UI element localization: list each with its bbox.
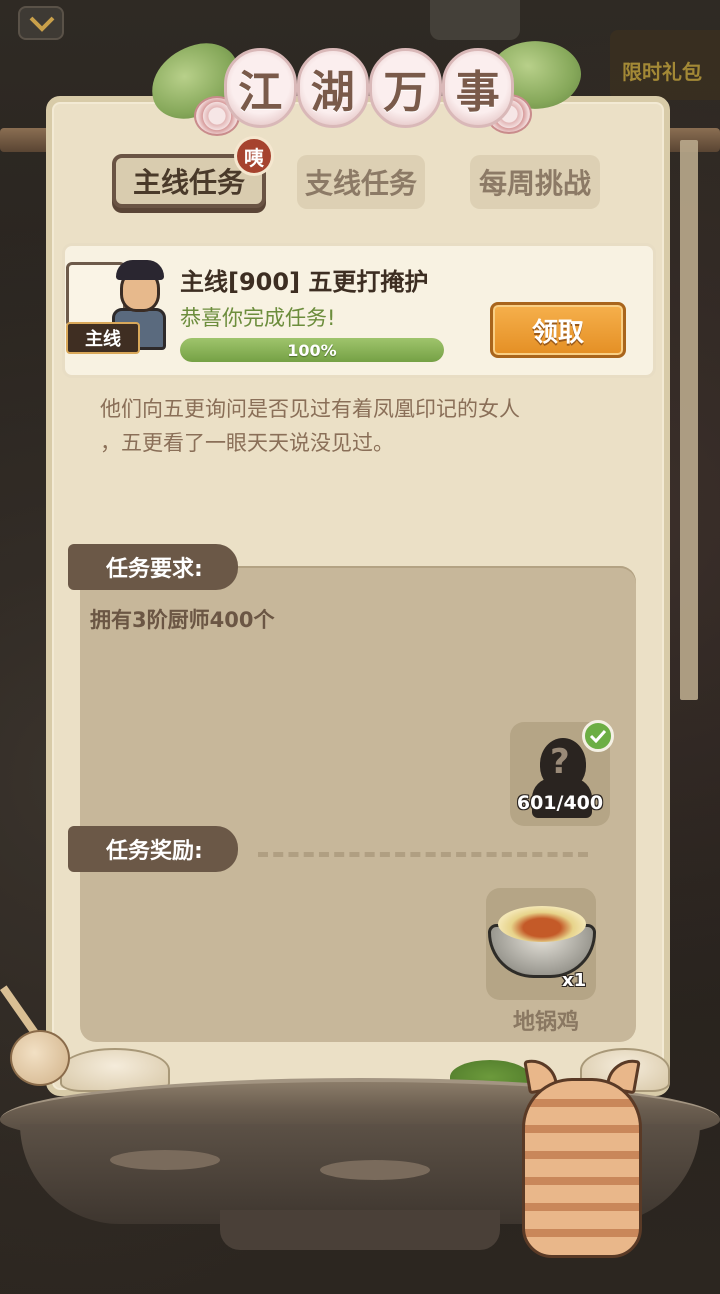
title-char: 江 [224,48,297,128]
dish-icon [488,900,596,980]
tab-side-quest[interactable]: 支线任务 [297,155,425,209]
back-chevron-button[interactable] [18,6,64,40]
quest-type-tag: 主线 [66,322,140,354]
title-char: 事 [441,48,514,128]
reward-count: x1 [562,970,587,991]
requirement-header: 任务要求: [68,544,238,590]
quest-description: 他们向五更询问是否见过有着凤凰印记的女人 ，五更看了一眼天天说没见过。 [100,392,620,460]
scroll-edge-strip [680,140,698,700]
description-line: 他们向五更询问是否见过有着凤凰印记的女人 [100,397,520,421]
quest-title: 主线[900] 五更打掩护 [180,268,429,296]
requirement-count: 601/400 [516,792,604,814]
reward-header: 任务奖励: [68,826,238,872]
tab-weekly-challenge[interactable]: 每周挑战 [470,155,600,209]
pot-handle-icon [320,1160,430,1180]
description-line: ，五更看了一眼天天说没见过。 [100,431,394,455]
limited-gift-pack[interactable]: 限时礼包 [610,30,720,100]
quest-status: 恭喜你完成任务! [180,306,336,330]
skewer-icon [0,985,90,1100]
claim-button[interactable]: 领取 [490,302,626,358]
title-char: 万 [369,48,442,128]
divider [258,852,588,857]
chevron-down-icon [29,16,55,32]
pot-base [220,1210,500,1250]
pot-handle-icon [110,1150,220,1170]
progress-text: 100% [287,340,337,360]
check-icon [582,720,614,752]
cat-mascot-icon [512,1055,652,1268]
page-title: 江 湖 万 事 [224,48,514,132]
background-sign [430,0,520,40]
quest-progress-bar: 100% [180,338,444,362]
requirement-text: 拥有3阶厨师400个 [90,608,275,632]
title-banner: 江 湖 万 事 [142,29,588,140]
title-char: 湖 [296,48,369,128]
reward-name: 地锅鸡 [512,1010,579,1035]
tab-notification-badge: 咦 [234,136,274,176]
gift-pack-label: 限时礼包 [622,60,702,84]
